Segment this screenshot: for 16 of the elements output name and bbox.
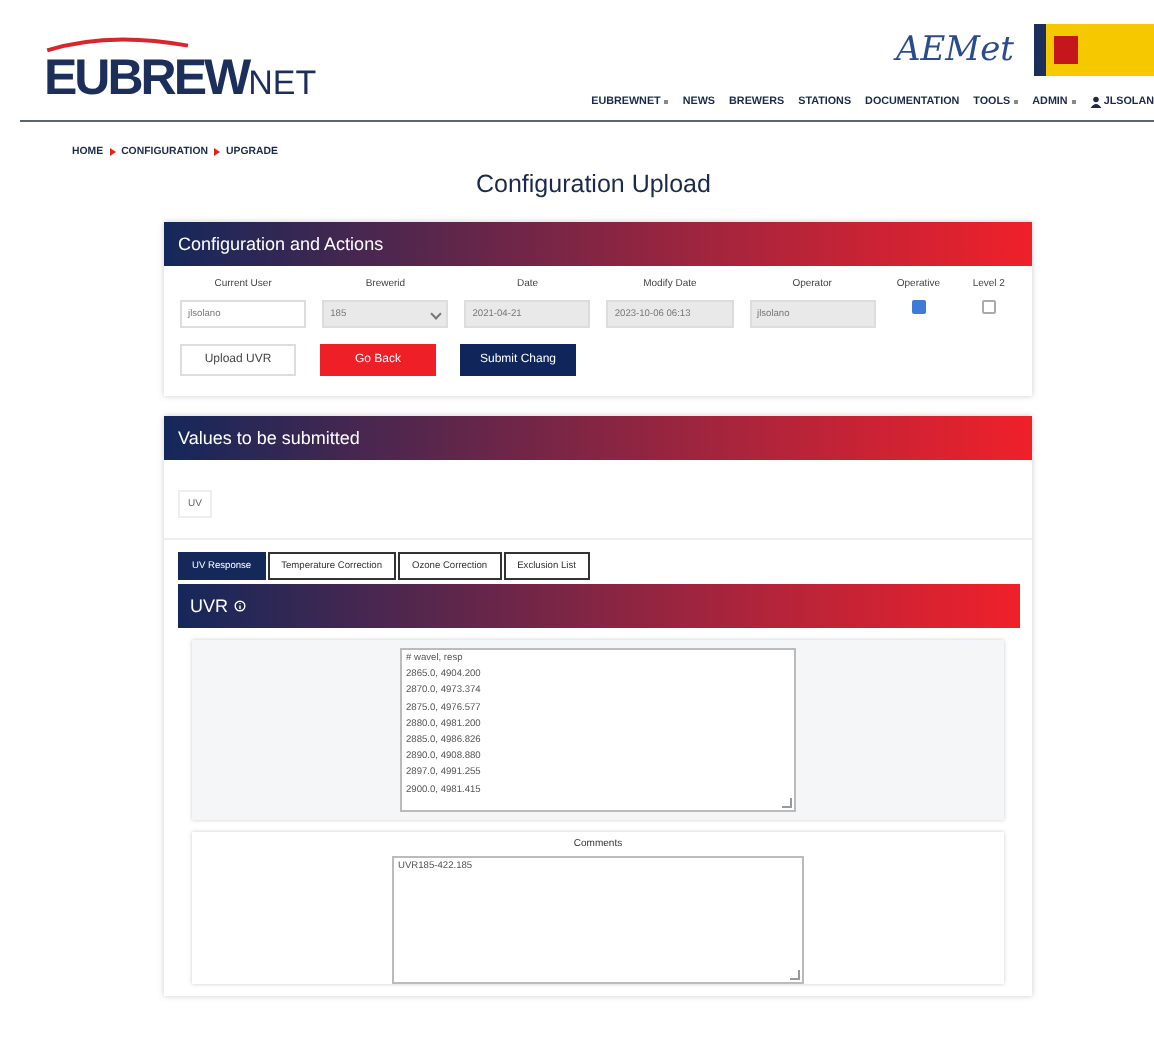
government-emblem (1034, 24, 1154, 76)
chevron-icon (430, 308, 443, 320)
breadcrumb-separator-icon (213, 148, 220, 156)
info-icon[interactable] (234, 600, 247, 612)
resize-grip-icon (790, 970, 800, 980)
user-icon (1089, 96, 1102, 108)
checkbox[interactable] (911, 300, 926, 314)
page-title: Configuration Upload (476, 170, 713, 198)
eubrewnet-logo[interactable]: EUBREWNET (44, 30, 317, 108)
resize-grip-icon (782, 798, 792, 808)
checkbox[interactable] (981, 300, 996, 314)
card-header: Values to be submitted (164, 416, 1032, 460)
card-header: Configuration and Actions (164, 222, 1032, 266)
aemet-logo: AEMet (896, 30, 1014, 70)
breadcrumb-separator-icon (109, 148, 116, 156)
section-title: UVR (190, 596, 229, 616)
